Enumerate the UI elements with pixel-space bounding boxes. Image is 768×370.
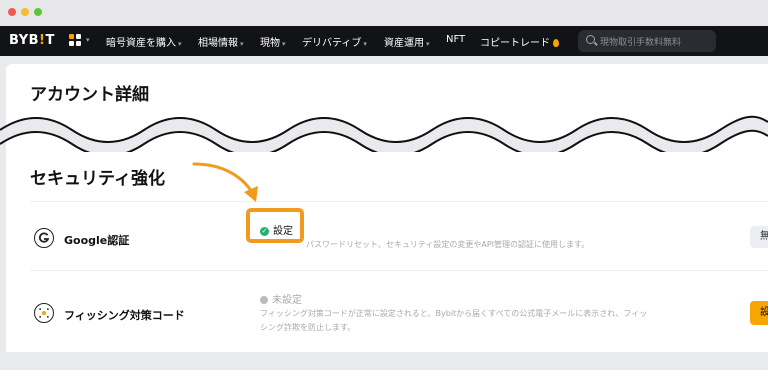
chevron-down-icon: ▾ (363, 40, 367, 48)
nav-derivatives[interactable]: デリバティブ ▾ (302, 34, 367, 49)
close-window-icon[interactable] (8, 8, 16, 16)
search-icon (586, 35, 595, 44)
bybit-logo[interactable]: BYB!T (9, 33, 55, 48)
browser-window: BYB!T ▾ 暗号資産を購入 ▾ 相場情報 ▾ 現物 ▾ デリバティブ ▾ 資産運用 ▾… (0, 0, 768, 370)
highlight-box (246, 208, 304, 243)
chevron-down-icon: ▾ (240, 40, 244, 48)
nav-derivatives-label: デリバティブ (302, 38, 362, 49)
description-line: フィッシング対策コードが正常に設定されると、Bybitから届くすべての公式電子メ… (260, 309, 648, 318)
nav-buy-crypto[interactable]: 暗号資産を購入 ▾ (106, 34, 182, 49)
nav-copy-trade-label: コピートレード (480, 38, 550, 49)
google-auth-button[interactable]: 無 (750, 226, 768, 248)
nav-buy-crypto-label: 暗号資産を購入 (106, 38, 176, 49)
annotation-arrow (192, 162, 258, 202)
divider (30, 201, 768, 202)
nav-markets[interactable]: 相場情報 ▾ (198, 34, 244, 49)
search-input[interactable]: 現物取引手数料無料 (600, 35, 681, 48)
chevron-down-icon: ▾ (178, 40, 182, 48)
divider (30, 270, 768, 271)
apps-chevron-down-icon[interactable]: ▾ (86, 36, 90, 44)
nav-earn[interactable]: 資産運用 ▾ (384, 34, 430, 49)
security-title: セキュリティ強化 (30, 169, 165, 189)
top-navigation-bar: BYB!T ▾ 暗号資産を購入 ▾ 相場情報 ▾ 現物 ▾ デリバティブ ▾ 資産運用 ▾… (0, 26, 768, 56)
google-authenticator-icon (34, 228, 54, 248)
anti-phishing-description: フィッシング対策コードが正常に設定されると、Bybitから届くすべての公式電子メ… (260, 307, 647, 335)
chevron-down-icon: ▾ (426, 40, 430, 48)
nav-spot[interactable]: 現物 ▾ (260, 34, 286, 49)
google-auth-label: Google認証 (64, 234, 130, 247)
nav-markets-label: 相場情報 (198, 38, 238, 49)
status-badge: 未設定 (272, 295, 302, 306)
anti-phishing-button[interactable]: 設 (750, 301, 768, 325)
nav-nft[interactable]: NFT (446, 34, 465, 45)
nav-spot-label: 現物 (260, 38, 280, 49)
nav-earn-label: 資産運用 (384, 38, 424, 49)
anti-phishing-label: フィッシング対策コード (64, 309, 185, 322)
nav-nft-label: NFT (446, 34, 466, 45)
anti-phishing-status: 未設定 (260, 291, 302, 306)
flame-icon (553, 39, 559, 47)
search-box[interactable]: 現物取引手数料無料 (578, 30, 716, 52)
nav-copy-trade[interactable]: コピートレード (480, 34, 559, 49)
apps-grid-icon[interactable] (69, 34, 83, 48)
anti-phishing-icon (34, 303, 54, 323)
browser-titlebar (0, 0, 768, 27)
google-auth-description: パスワードリセット、セキュリティ設定の変更やAPI管理の認証に使用します。 (306, 240, 590, 249)
minimize-window-icon[interactable] (21, 8, 29, 16)
maximize-window-icon[interactable] (34, 8, 42, 16)
description-line: シング詐欺を防止します。 (260, 323, 356, 332)
chevron-down-icon: ▾ (282, 40, 286, 48)
status-dot-icon (260, 296, 268, 304)
